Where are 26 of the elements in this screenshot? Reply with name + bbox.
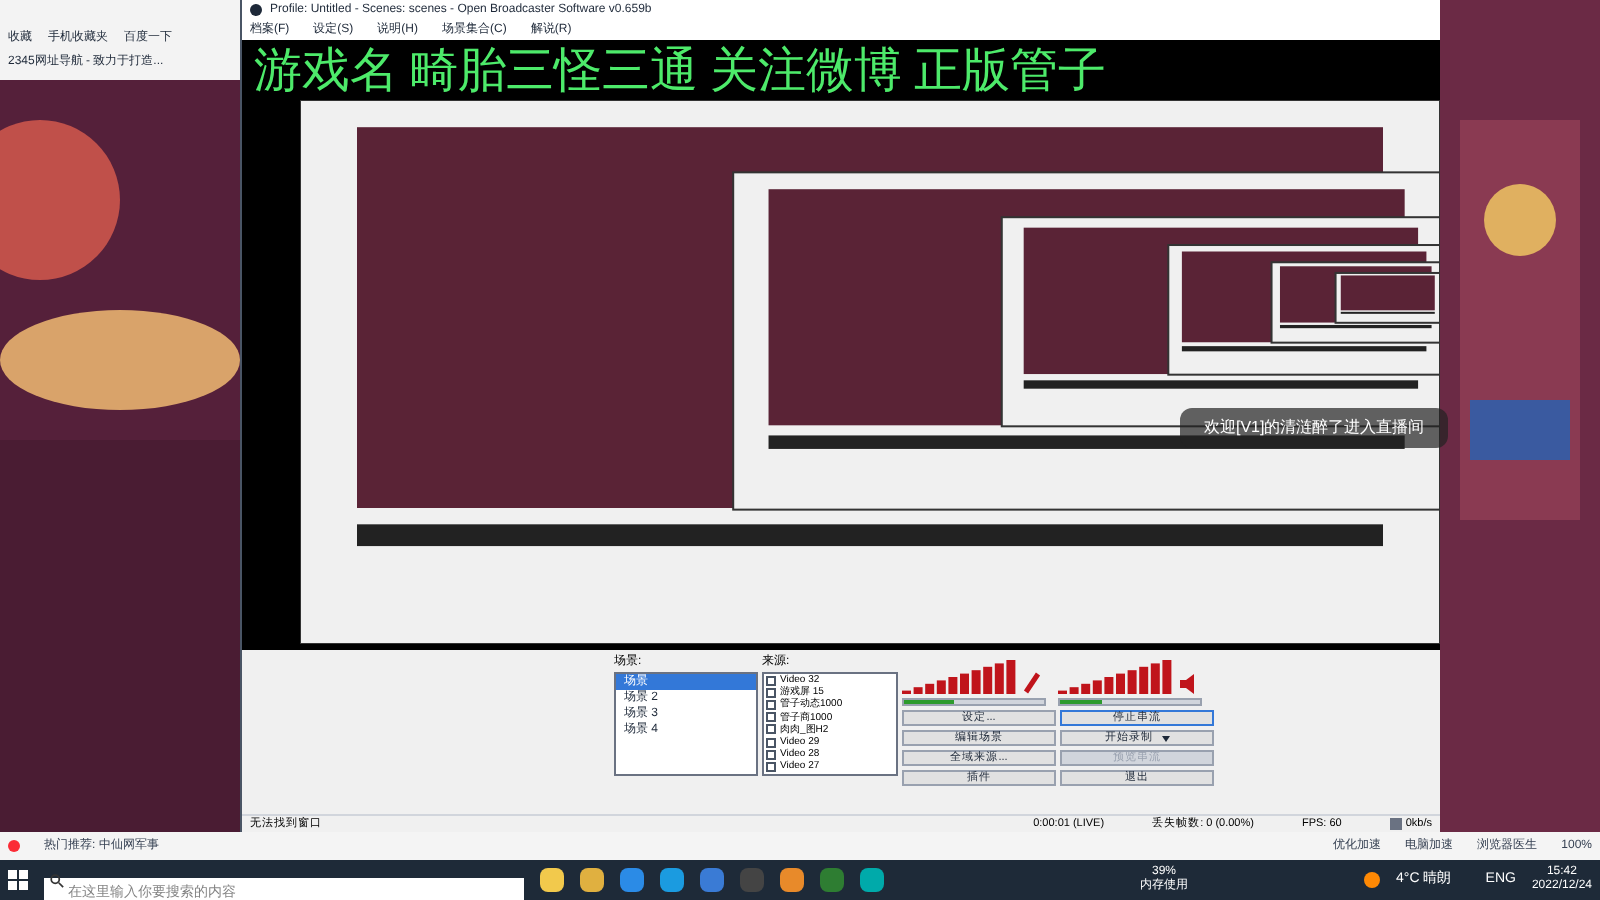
volume-track[interactable] [1058,698,1202,706]
checkbox[interactable] [766,699,776,710]
taskbar-app-icon[interactable] [780,868,804,892]
search-icon [50,873,64,887]
checkbox[interactable] [766,712,776,723]
checkbox[interactable] [766,675,776,686]
status-square-icon [1389,818,1402,830]
taskbar-app-icon[interactable] [620,868,644,892]
overlay-caption: 游戏名 畸胎三怪三通 关注微博 正版管子 [254,44,1106,100]
checkbox[interactable] [766,761,776,772]
taskbar-app-icon[interactable] [580,868,604,892]
weather-sun-icon [1364,872,1380,888]
windows-start-icon[interactable] [8,870,28,890]
speaker-icon[interactable] [1178,674,1198,694]
checkbox[interactable] [766,749,776,760]
checkbox[interactable] [766,687,776,698]
volume-bars-icon [902,658,1018,694]
taskbar-app-icon[interactable] [540,868,564,892]
checkbox[interactable] [766,724,776,735]
taskbar-app-icon[interactable] [860,868,884,892]
volume-track[interactable] [902,698,1046,706]
taskbar-app-icon[interactable] [660,868,684,892]
volume-bars-icon [1058,658,1174,694]
chat-notification: 欢迎[V1]的清涟醉了进入直播间 [1180,408,1449,448]
microphone-icon[interactable] [1022,670,1042,694]
checkbox[interactable] [766,737,776,748]
